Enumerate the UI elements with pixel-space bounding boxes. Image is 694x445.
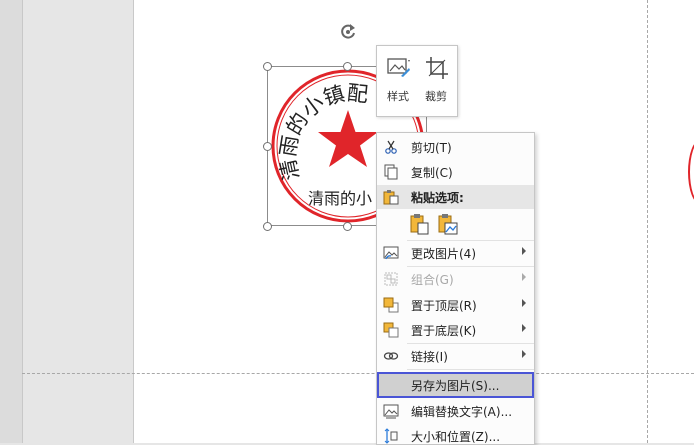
paste-clipboard-icon (410, 214, 429, 235)
clipboard-icon (383, 190, 399, 205)
submenu-arrow-icon (522, 273, 526, 281)
menu-item-label: 大小和位置(Z)... (411, 430, 501, 444)
menu-item-label: 粘贴选项: (411, 191, 464, 205)
menu-item-size-position[interactable]: 大小和位置(Z)... (377, 424, 534, 444)
menu-item-label: 置于底层(K) (411, 324, 477, 338)
rotate-handle-icon[interactable] (338, 22, 358, 42)
paste-as-picture-button[interactable] (437, 212, 459, 236)
menu-item-label: 剪切(T) (411, 141, 452, 155)
menu-item-change-picture[interactable]: 更改图片(4) (377, 241, 534, 265)
crop-icon (426, 57, 448, 79)
copy-icon (384, 164, 398, 180)
menu-item-label: 编辑替换文字(A)... (411, 405, 513, 419)
menu-item-link[interactable]: 链接(I) (377, 344, 534, 368)
group-icon (384, 272, 398, 286)
change-picture-icon (383, 246, 399, 260)
menu-item-copy[interactable]: 复制(C) (377, 160, 534, 184)
submenu-arrow-icon (522, 247, 526, 255)
menu-item-send-to-back[interactable]: 置于底层(K) (377, 318, 534, 342)
style-button[interactable]: 样式 (379, 46, 417, 116)
crop-label: 裁剪 (425, 90, 447, 103)
link-icon (383, 352, 399, 360)
resize-handle-nw[interactable] (263, 62, 272, 71)
menu-item-label: 置于顶层(R) (411, 299, 477, 313)
vertical-guide (647, 0, 648, 443)
crop-button[interactable]: 裁剪 (417, 46, 455, 116)
submenu-arrow-icon (522, 324, 526, 332)
size-position-icon (384, 428, 398, 444)
menu-item-save-as-picture[interactable]: 另存为图片(S)... (377, 372, 534, 398)
paste-keep-source-button[interactable] (409, 212, 431, 236)
horizontal-guide (22, 373, 694, 374)
mini-toolbar: 样式 裁剪 (376, 45, 458, 117)
menu-item-bring-to-front[interactable]: 置于顶层(R) (377, 293, 534, 317)
paste-picture-icon (438, 214, 458, 235)
alt-text-icon (383, 404, 399, 419)
scissors-icon (385, 140, 397, 154)
menu-item-label: 复制(C) (411, 166, 453, 180)
menu-item-label: 更改图片(4) (411, 247, 476, 261)
picture-style-icon (387, 58, 410, 77)
bring-to-front-icon (383, 297, 399, 313)
resize-handle-sw[interactable] (263, 222, 272, 231)
menu-separator (407, 369, 534, 370)
menu-item-group[interactable]: 组合(G) (377, 267, 534, 291)
menu-paste-options-header: 粘贴选项: (377, 185, 534, 209)
resize-handle-s[interactable] (343, 222, 352, 231)
send-to-back-icon (383, 322, 399, 338)
style-label: 样式 (387, 90, 409, 103)
menu-item-label: 链接(I) (411, 350, 448, 364)
menu-item-cut[interactable]: 剪切(T) (377, 135, 534, 159)
context-menu: 剪切(T) 复制(C) 粘贴选项: 更改图片(4) 组合(G) 置于顶层(R) … (376, 132, 535, 445)
menu-item-edit-alt-text[interactable]: 编辑替换文字(A)... (377, 399, 534, 423)
resize-handle-n[interactable] (343, 62, 352, 71)
menu-item-label: 组合(G) (411, 273, 454, 287)
slide-thumbnail-pane (0, 0, 23, 443)
menu-item-label: 另存为图片(S)... (411, 379, 500, 393)
resize-handle-w[interactable] (263, 142, 272, 151)
submenu-arrow-icon (522, 350, 526, 358)
submenu-arrow-icon (522, 299, 526, 307)
